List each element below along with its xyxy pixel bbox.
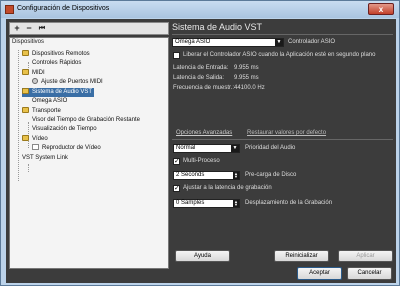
tree-item-reproductor-video[interactable]: Reproductor de Vídeo bbox=[32, 144, 101, 153]
advanced-options-label: Opciones Avanzadas bbox=[176, 130, 233, 136]
dialog-body: + − ⏮ Dispositivos Dispositivos Remotos … bbox=[6, 19, 396, 283]
tree-item-midi[interactable]: MIDI bbox=[22, 69, 45, 78]
stepper-arrows-icon: ▲ ▼ bbox=[233, 199, 239, 207]
chevron-down-icon: ▼ bbox=[231, 145, 239, 152]
tree-item-omega-asio[interactable]: Omega ASIO bbox=[32, 97, 67, 106]
tree-header: Dispositivos bbox=[12, 39, 45, 45]
reset-device-button[interactable]: ⏮ bbox=[37, 24, 47, 34]
input-latency-value: 9.955 ms bbox=[234, 65, 259, 71]
settings-panel: Sistema de Audio VST Omega ASIO ▼ Control… bbox=[172, 22, 393, 268]
close-button[interactable]: x bbox=[368, 3, 394, 15]
tree-item-vst-system-link[interactable]: VST System Link bbox=[22, 154, 68, 163]
disk-preload-stepper[interactable]: 2 Seconds ▲ ▼ bbox=[173, 171, 240, 180]
folder-icon bbox=[22, 69, 29, 75]
device-setup-window: Configuración de Dispositivos x + − ⏮ Di… bbox=[0, 0, 400, 286]
tree-item-ajuste-puertos-midi[interactable]: Ajuste de Puertos MIDI bbox=[32, 78, 103, 87]
close-icon: x bbox=[378, 5, 384, 14]
app-icon bbox=[5, 5, 14, 14]
stepper-arrows-icon: ▲ ▼ bbox=[233, 171, 239, 179]
help-button[interactable]: Ayuda bbox=[175, 250, 230, 262]
audio-priority-select[interactable]: Normal ▼ bbox=[173, 144, 240, 153]
release-driver-label: Liberar el Controlador ASIO cuando la Ap… bbox=[183, 52, 376, 58]
folder-icon bbox=[22, 50, 29, 56]
audio-priority-label: Prioridad del Audio bbox=[245, 145, 296, 151]
disk-preload-label: Pre-carga de Disco bbox=[245, 172, 297, 178]
cancel-button[interactable]: Cancelar bbox=[347, 267, 392, 280]
add-device-button[interactable]: + bbox=[12, 24, 22, 34]
sample-rate-value: 44100.0 Hz bbox=[234, 85, 265, 91]
record-shift-stepper[interactable]: 0 Samples ▲ ▼ bbox=[173, 199, 240, 208]
tree-line bbox=[28, 164, 29, 172]
asio-driver-label: Controlador ASIO bbox=[288, 39, 336, 45]
record-shift-label: Desplazamiento de la Grabación bbox=[245, 200, 333, 206]
window-title: Configuración de Dispositivos bbox=[17, 5, 110, 12]
remove-device-button[interactable]: − bbox=[24, 24, 34, 34]
tree-item-transporte[interactable]: Transporte bbox=[22, 107, 61, 116]
output-latency-label: Latencia de Salida: bbox=[173, 75, 225, 81]
divider bbox=[172, 34, 393, 35]
asio-driver-select[interactable]: Omega ASIO ▼ bbox=[172, 38, 284, 47]
tree-toolbar: + − ⏮ bbox=[9, 22, 169, 35]
tree-line bbox=[18, 50, 19, 181]
adjust-latency-label: Ajustar a la latencia de grabación bbox=[183, 185, 272, 191]
apply-button[interactable]: Aplicar bbox=[338, 250, 393, 262]
multiprocess-label: Multi-Proceso bbox=[183, 158, 220, 164]
device-tree: Dispositivos Dispositivos Remotos Contro… bbox=[9, 37, 169, 269]
plus-icon: + bbox=[14, 23, 20, 33]
chevron-down-icon: ▼ bbox=[275, 39, 283, 46]
video-icon bbox=[32, 144, 39, 150]
audio-system-icon bbox=[22, 88, 29, 94]
reset-button[interactable]: Reinicializar bbox=[274, 250, 329, 262]
multiprocess-checkbox[interactable] bbox=[173, 157, 180, 165]
panel-title: Sistema de Audio VST bbox=[172, 22, 263, 32]
reset-icon: ⏮ bbox=[38, 25, 46, 32]
divider bbox=[172, 139, 393, 140]
tree-item-visor-tiempo-grabacion[interactable]: Visor del Tiempo de Grabación Restante bbox=[32, 116, 140, 125]
tree-item-visualizacion-tiempo[interactable]: Visualización de Tiempo bbox=[32, 125, 97, 134]
folder-icon bbox=[22, 107, 29, 113]
tree-item-video[interactable]: Vídeo bbox=[22, 135, 48, 144]
minus-icon: − bbox=[26, 23, 32, 33]
accept-button[interactable]: Aceptar bbox=[297, 267, 342, 280]
title-bar: Configuración de Dispositivos x bbox=[1, 1, 399, 18]
release-driver-checkbox[interactable] bbox=[173, 52, 180, 59]
restore-defaults-link[interactable]: Restaurar valores por defecto bbox=[247, 130, 326, 136]
gear-icon bbox=[32, 78, 38, 84]
tree-item-dispositivos-remotos[interactable]: Dispositivos Remotos bbox=[22, 50, 90, 59]
sample-rate-label: Frecuencia de muestr.: bbox=[173, 85, 235, 91]
input-latency-label: Latencia de Entrada: bbox=[173, 65, 229, 71]
adjust-latency-checkbox[interactable] bbox=[173, 184, 180, 192]
tree-item-sistema-audio-vst[interactable]: Sistema de Audio VST bbox=[22, 88, 95, 97]
tree-item-controles-rapidos[interactable]: Controles Rápidos bbox=[32, 59, 81, 68]
folder-icon bbox=[22, 135, 29, 141]
output-latency-value: 9.955 ms bbox=[234, 75, 259, 81]
